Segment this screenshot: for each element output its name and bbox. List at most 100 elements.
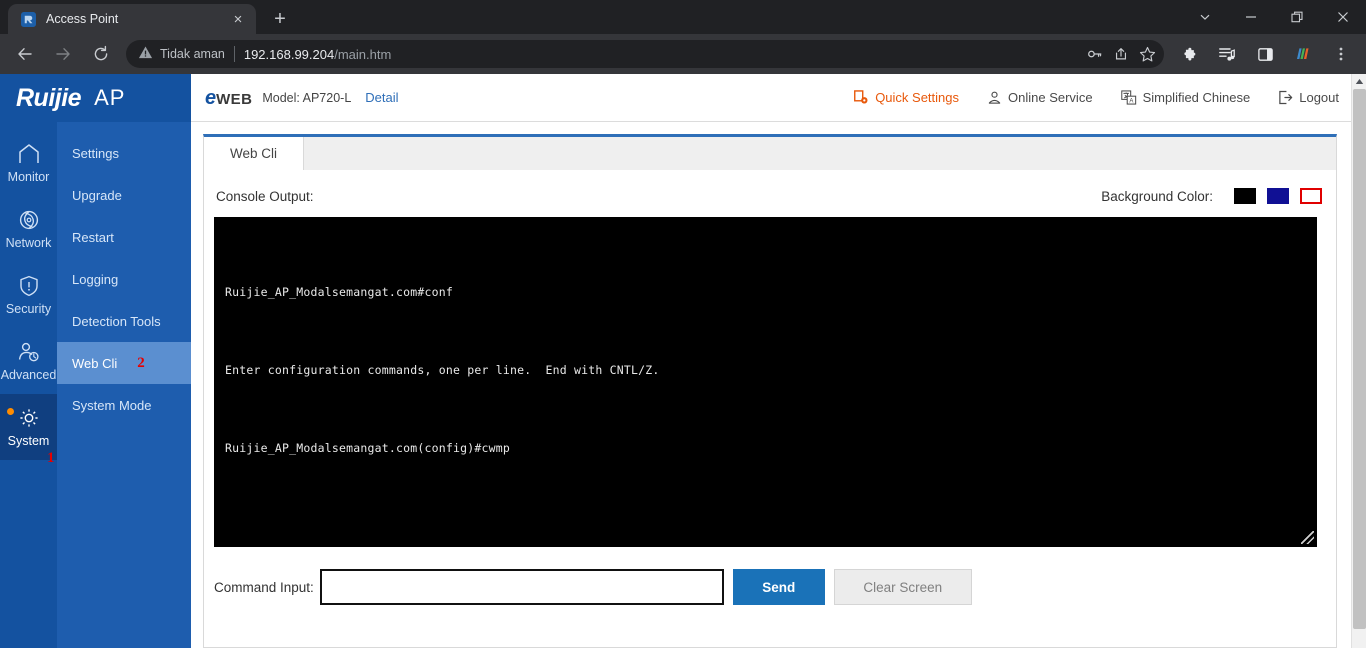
profile-app-icon[interactable] (1288, 39, 1318, 69)
sidebar-item-network[interactable]: Network (0, 196, 57, 262)
clear-screen-button[interactable]: Clear Screen (833, 569, 972, 605)
not-secure-icon (138, 45, 153, 63)
quick-settings-link[interactable]: Quick Settings (854, 90, 959, 105)
bgcolor-swatch-black[interactable] (1234, 188, 1256, 204)
omnibox-divider (233, 46, 235, 62)
address-bar[interactable]: Tidak aman 192.168.99.204/main.htm (126, 40, 1164, 68)
forward-icon[interactable] (48, 39, 78, 69)
minimize-icon[interactable] (1228, 0, 1274, 34)
product-label: AP (94, 85, 126, 110)
sidebar-label-security: Security (5, 302, 52, 316)
console-output[interactable]: Ruijie_AP_Modalsemangat.com#conf Enter c… (214, 217, 1317, 547)
ruijie-logo-icon (20, 11, 36, 27)
submenu-item-restart[interactable]: Restart (57, 216, 191, 258)
chevron-down-icon[interactable] (1182, 0, 1228, 34)
command-input[interactable] (319, 569, 724, 605)
logout-icon (1278, 90, 1293, 105)
window-close-icon[interactable] (1320, 0, 1366, 34)
sidebar-item-security[interactable]: Security (0, 262, 57, 328)
console-output-label: Console Output: (216, 188, 314, 204)
not-secure-label: Tidak aman (160, 47, 225, 61)
primary-nav: Monitor Network Security Advanced System (0, 122, 57, 648)
sidebar-item-advanced[interactable]: Advanced (0, 328, 57, 394)
sidebar-label-network: Network (5, 236, 52, 250)
shield-icon (19, 275, 38, 297)
header-links: Quick Settings Online Service A Simplifi… (826, 90, 1339, 105)
side-panel-icon[interactable] (1250, 39, 1280, 69)
online-service-icon (987, 90, 1002, 105)
eweb-web: WEB (216, 90, 253, 108)
online-service-link[interactable]: Online Service (987, 90, 1093, 105)
svg-text:A: A (1129, 98, 1133, 104)
tab-web-cli[interactable]: Web Cli (204, 137, 304, 170)
reading-list-icon[interactable] (1212, 39, 1242, 69)
sidebar-label-advanced: Advanced (0, 368, 57, 382)
online-service-label: Online Service (1008, 90, 1093, 105)
submenu-label: Detection Tools (72, 313, 161, 329)
quick-settings-icon (854, 90, 869, 105)
textarea-resize-handle[interactable] (1301, 531, 1314, 544)
console-line: Enter configuration commands, one per li… (225, 363, 660, 377)
submenu-label: Restart (72, 229, 114, 245)
background-color-label: Background Color: (1101, 188, 1213, 204)
annotation-1: 1 (47, 450, 55, 466)
brand-area: Ruijie AP (0, 74, 191, 122)
bgcolor-swatch-white[interactable] (1300, 188, 1322, 204)
background-color-control: Background Color: (1101, 188, 1322, 204)
submenu-item-logging[interactable]: Logging (57, 258, 191, 300)
extensions-puzzle-icon[interactable] (1174, 39, 1204, 69)
tab-label: Web Cli (229, 146, 277, 161)
send-button[interactable]: Send (732, 569, 825, 605)
not-secure-indicator[interactable]: Tidak aman (138, 45, 225, 63)
model-label: Model: AP720-L (262, 90, 352, 105)
new-tab-button[interactable]: + (266, 5, 294, 33)
advanced-user-icon (18, 342, 39, 362)
page-scrollbar[interactable] (1351, 74, 1366, 648)
logout-label: Logout (1299, 90, 1339, 105)
submenu-item-settings[interactable]: Settings (57, 132, 191, 174)
submenu-label: System Mode (72, 397, 152, 413)
body-row: Monitor Network Security Advanced System… (0, 122, 1351, 648)
console-line: Ruijie_AP_Modalsemangat.com(config)#cwmp (225, 441, 510, 455)
scroll-up-arrow-icon[interactable] (1352, 74, 1366, 89)
browser-tab-title: Access Point (46, 12, 119, 26)
network-globe-icon (19, 210, 38, 230)
submenu-item-system-mode[interactable]: System Mode (57, 384, 191, 426)
submenu-item-web-cli[interactable]: Web Cli 2 (57, 342, 191, 384)
submenu-item-upgrade[interactable]: Upgrade (57, 174, 191, 216)
web-cli-panel: Console Output: Background Color: Ruijie… (203, 170, 1337, 648)
omnibox-actions (1082, 41, 1160, 67)
logout-link[interactable]: Logout (1278, 90, 1339, 105)
sidebar-item-monitor[interactable]: Monitor (0, 130, 57, 196)
tab-bar: Web Cli (203, 134, 1337, 170)
quick-settings-label: Quick Settings (875, 90, 960, 105)
submenu-label: Upgrade (72, 187, 122, 203)
console-line: Ruijie_AP_Modalsemangat.com#conf (225, 285, 453, 299)
sidebar-label-monitor: Monitor (7, 170, 50, 184)
maximize-icon[interactable] (1274, 0, 1320, 34)
bgcolor-swatch-navy[interactable] (1267, 188, 1289, 204)
window-controls (1182, 0, 1366, 34)
detail-link[interactable]: Detail (365, 90, 398, 105)
reload-icon[interactable] (86, 39, 116, 69)
home-icon (18, 144, 39, 163)
language-link[interactable]: A Simplified Chinese (1120, 90, 1251, 105)
eweb-e: e (205, 86, 217, 109)
close-icon[interactable]: × (228, 9, 248, 29)
browser-tab[interactable]: Access Point × (8, 4, 256, 34)
gear-icon (19, 409, 38, 427)
password-key-icon[interactable] (1082, 41, 1108, 67)
annotation-2: 2 (137, 354, 145, 371)
submenu-label: Logging (72, 271, 119, 287)
language-label: Simplified Chinese (1142, 90, 1251, 105)
bookmark-star-icon[interactable] (1134, 41, 1160, 67)
share-icon[interactable] (1108, 41, 1134, 67)
submenu-label: Web Cli (72, 355, 118, 371)
console-lines: Ruijie_AP_Modalsemangat.com#conf Enter c… (215, 218, 1316, 546)
submenu-item-detection-tools[interactable]: Detection Tools (57, 300, 191, 342)
scrollbar-thumb[interactable] (1353, 89, 1366, 629)
back-icon[interactable] (10, 39, 40, 69)
header-bar: e WEB Model: AP720-L Detail Quick Settin… (191, 74, 1351, 122)
chrome-menu-icon[interactable] (1326, 39, 1356, 69)
main-content: Web Cli Console Output: Background Color… (191, 122, 1351, 648)
